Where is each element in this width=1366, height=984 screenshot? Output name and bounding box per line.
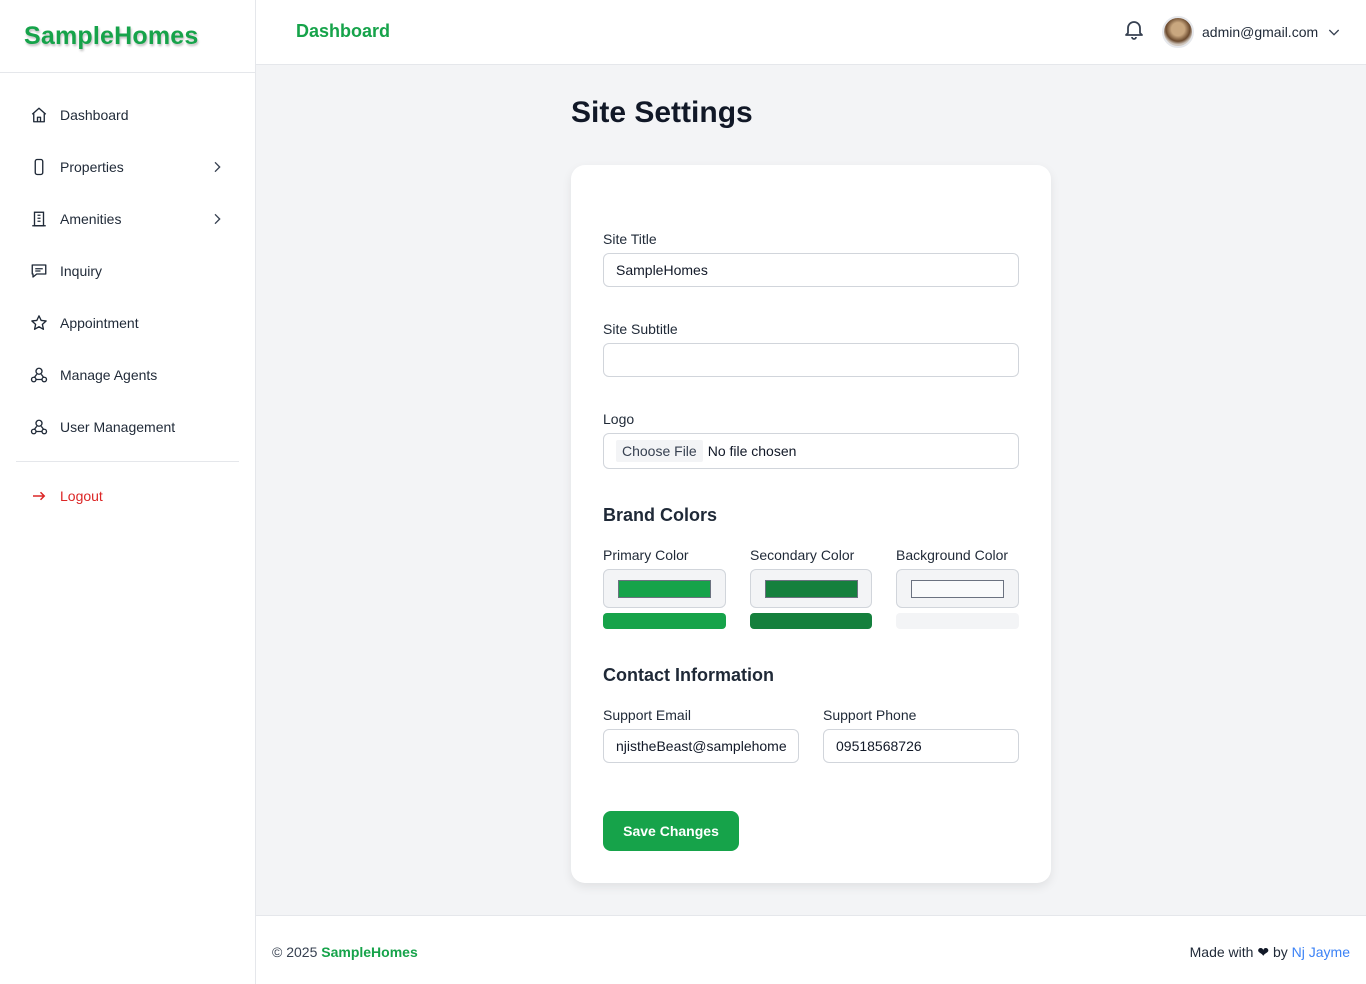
support-phone-label: Support Phone xyxy=(823,707,917,723)
sidebar-item-manage-agents[interactable]: Manage Agents xyxy=(0,349,255,401)
sidebar-item-label: Properties xyxy=(60,159,124,175)
brand-area: SampleHomes xyxy=(0,0,255,73)
background-color-label: Background Color xyxy=(896,547,1009,563)
secondary-color-label: Secondary Color xyxy=(750,547,855,563)
chevron-right-icon xyxy=(214,213,221,225)
phone-icon xyxy=(30,158,48,176)
chevron-down-icon[interactable] xyxy=(1326,24,1342,40)
footer: © 2025 SampleHomes Made with ❤ by Nj Jay… xyxy=(256,915,1366,984)
support-phone-input[interactable] xyxy=(823,729,1019,763)
footer-credits: Made with ❤ by Nj Jayme xyxy=(1190,944,1350,961)
secondary-color-swatch xyxy=(764,579,858,598)
building-icon xyxy=(30,210,48,228)
arrow-right-icon xyxy=(30,487,48,505)
sidebar-item-label: Inquiry xyxy=(60,263,103,279)
sidebar-item-user-management[interactable]: User Management xyxy=(0,401,255,453)
site-subtitle-input[interactable] xyxy=(603,343,1019,377)
sidebar-item-inquiry[interactable]: Inquiry xyxy=(0,245,255,297)
site-subtitle-label: Site Subtitle xyxy=(603,321,678,337)
footer-copyright: © 2025 SampleHomes xyxy=(272,944,418,960)
users-icon xyxy=(30,418,48,436)
site-title-input[interactable] xyxy=(603,253,1019,287)
sidebar-item-appointment[interactable]: Appointment xyxy=(0,297,255,349)
save-changes-button[interactable]: Save Changes xyxy=(603,811,739,851)
copyright-text: © 2025 xyxy=(272,944,318,960)
file-status: No file chosen xyxy=(707,443,797,459)
chevron-right-icon xyxy=(214,161,221,173)
primary-color-label: Primary Color xyxy=(603,547,689,563)
choose-file-button[interactable]: Choose File xyxy=(616,440,703,462)
sidebar-nav: Dashboard Properties Amenities Inquiry A… xyxy=(0,73,255,522)
sidebar-item-label: Dashboard xyxy=(60,107,129,123)
background-color-swatch xyxy=(911,579,1004,598)
settings-card: Site Title Site Subtitle Logo Choose Fil… xyxy=(571,165,1051,883)
made-with-text: Made with xyxy=(1189,944,1254,960)
top-header: Dashboard admin@gmail.com xyxy=(256,0,1366,65)
site-title-label: Site Title xyxy=(603,231,657,247)
background-color-preview xyxy=(896,613,1019,629)
contact-info-heading: Contact Information xyxy=(603,665,774,685)
agents-icon xyxy=(30,366,48,384)
logout-label: Logout xyxy=(60,488,103,504)
user-email[interactable]: admin@gmail.com xyxy=(1202,24,1318,40)
sidebar-item-label: User Management xyxy=(60,419,176,435)
brand-colors-heading: Brand Colors xyxy=(603,505,718,525)
by-text: by xyxy=(1272,944,1288,960)
primary-color-preview xyxy=(603,613,726,629)
sidebar-item-dashboard[interactable]: Dashboard xyxy=(0,89,255,141)
footer-brand[interactable]: SampleHomes xyxy=(321,944,417,960)
sidebar-item-label: Amenities xyxy=(60,211,122,227)
message-icon xyxy=(30,262,48,280)
logo-file-input[interactable]: Choose File No file chosen xyxy=(603,433,1019,469)
brand-logo-text[interactable]: SampleHomes xyxy=(24,22,199,51)
secondary-color-preview xyxy=(750,613,872,629)
support-email-label: Support Email xyxy=(603,707,691,723)
logout-button[interactable]: Logout xyxy=(0,470,255,522)
logo-label: Logo xyxy=(603,411,635,427)
sidebar: SampleHomes Dashboard Properties Ameniti… xyxy=(0,0,256,984)
sidebar-item-label: Manage Agents xyxy=(60,367,158,383)
sidebar-item-amenities[interactable]: Amenities xyxy=(0,193,255,245)
secondary-color-picker[interactable] xyxy=(750,569,872,608)
header-title[interactable]: Dashboard xyxy=(296,21,390,42)
avatar[interactable] xyxy=(1162,16,1194,48)
primary-color-picker[interactable] xyxy=(603,569,726,608)
bell-icon[interactable] xyxy=(1122,17,1146,41)
support-email-input[interactable] xyxy=(603,729,799,763)
heart-icon: ❤ xyxy=(1257,944,1270,960)
star-icon xyxy=(30,314,48,332)
sidebar-divider xyxy=(16,461,239,462)
primary-color-swatch xyxy=(618,579,711,598)
home-icon xyxy=(30,106,48,124)
page-title: Site Settings xyxy=(571,96,753,129)
background-color-picker[interactable] xyxy=(896,569,1019,608)
author-link[interactable]: Nj Jayme xyxy=(1292,944,1350,960)
sidebar-item-properties[interactable]: Properties xyxy=(0,141,255,193)
sidebar-item-label: Appointment xyxy=(60,315,139,331)
